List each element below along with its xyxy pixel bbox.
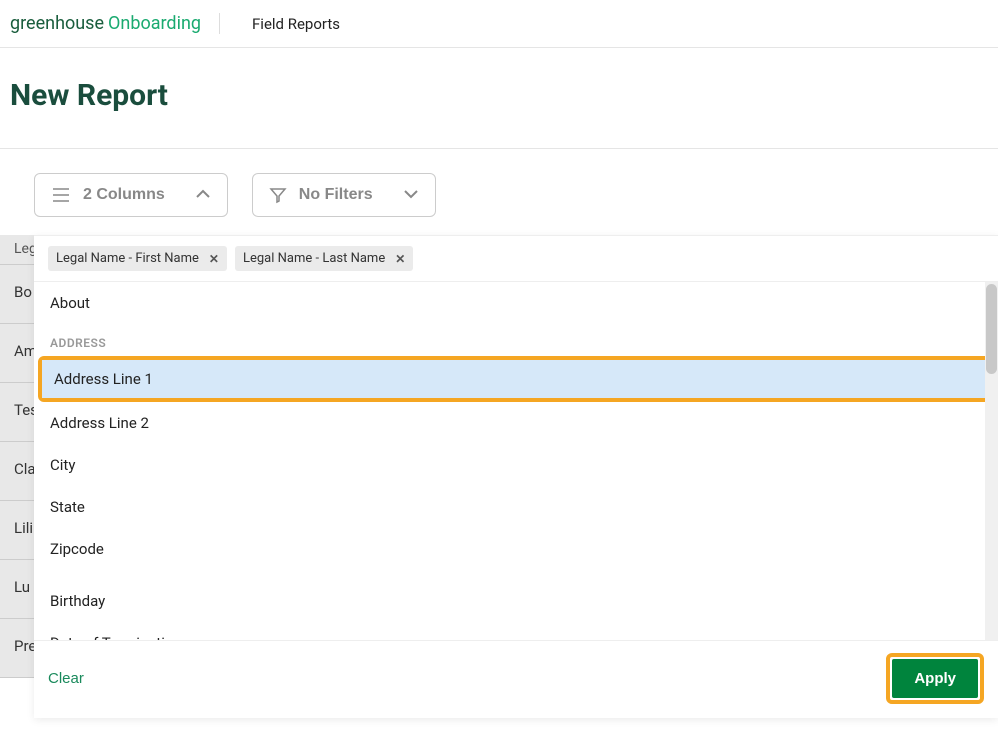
content-area: 2 Columns No Filters Leg Bo Am Tes Cla L… [0, 148, 998, 217]
section-label-address: ADDRESS [34, 324, 998, 356]
controls-row: 2 Columns No Filters [10, 173, 988, 217]
app-header: greenhouse Onboarding Field Reports [0, 0, 998, 48]
option-birthday[interactable]: Birthday [34, 580, 998, 622]
chevron-down-icon [403, 186, 419, 204]
filters-selector-button[interactable]: No Filters [252, 173, 436, 217]
option-address-line-2[interactable]: Address Line 2 [34, 402, 998, 444]
logo-text-onboarding: Onboarding [108, 13, 201, 34]
options-list[interactable]: About ADDRESS Address Line 1 Address Lin… [34, 282, 998, 640]
tag-first-name: Legal Name - First Name ✕ [48, 246, 227, 271]
logo[interactable]: greenhouse Onboarding [10, 13, 220, 34]
option-about[interactable]: About [34, 282, 998, 324]
highlight-annotation: Address Line 1 [38, 356, 994, 402]
scrollbar-track[interactable] [985, 282, 998, 640]
filters-label: No Filters [299, 186, 373, 204]
option-city[interactable]: City [34, 444, 998, 486]
close-icon[interactable]: ✕ [209, 252, 219, 266]
option-date-of-termination[interactable]: Date of Termination [34, 622, 998, 640]
tag-last-name: Legal Name - Last Name ✕ [235, 246, 413, 271]
apply-button[interactable]: Apply [892, 659, 978, 698]
tag-label: Legal Name - First Name [56, 251, 199, 266]
page-title: New Report [0, 48, 998, 148]
scrollbar-thumb[interactable] [986, 284, 997, 374]
columns-selector-button[interactable]: 2 Columns [34, 173, 228, 217]
option-address-line-1[interactable]: Address Line 1 [42, 360, 990, 398]
nav-field-reports[interactable]: Field Reports [230, 7, 362, 41]
logo-text-greenhouse: greenhouse [10, 13, 104, 34]
filter-icon [269, 186, 287, 204]
tag-label: Legal Name - Last Name [243, 251, 385, 266]
columns-label: 2 Columns [83, 186, 165, 204]
option-zipcode[interactable]: Zipcode [34, 528, 998, 570]
chevron-up-icon [195, 186, 211, 204]
dropdown-footer: Clear Apply [34, 640, 998, 718]
selected-tags-row: Legal Name - First Name ✕ Legal Name - L… [34, 236, 998, 282]
option-state[interactable]: State [34, 486, 998, 528]
columns-dropdown-panel: Legal Name - First Name ✕ Legal Name - L… [34, 235, 998, 718]
close-icon[interactable]: ✕ [395, 252, 405, 266]
highlight-annotation: Apply [886, 653, 984, 704]
clear-button[interactable]: Clear [48, 670, 84, 687]
columns-icon [51, 187, 71, 203]
